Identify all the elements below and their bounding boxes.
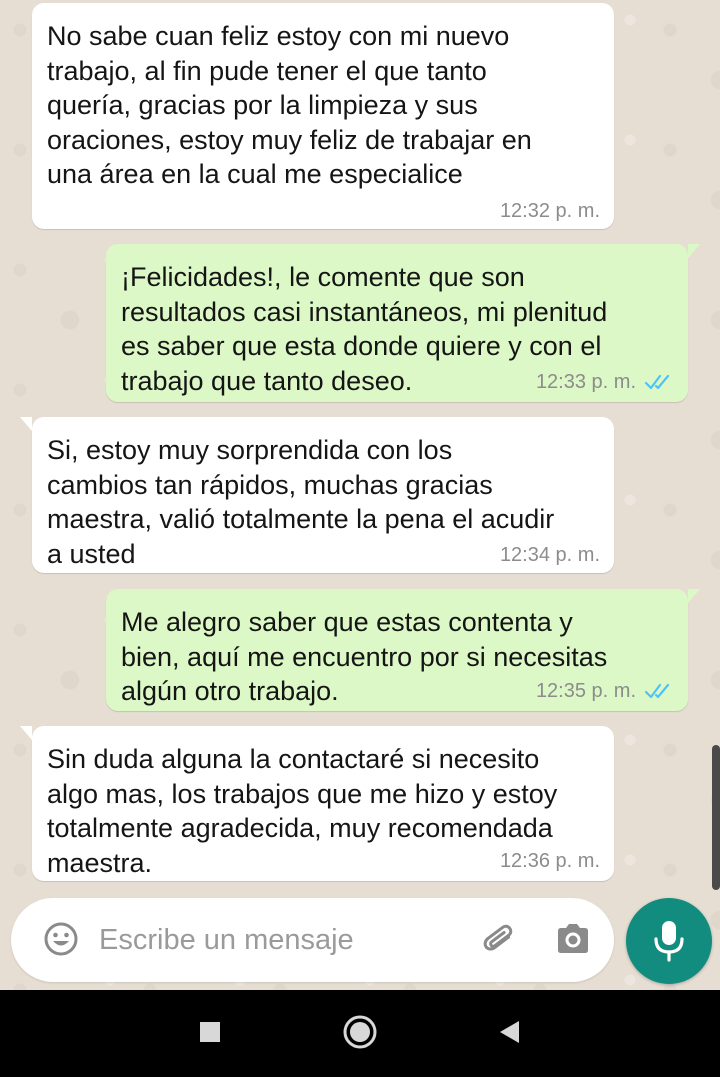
message-time: 12:32 p. m. (499, 200, 600, 222)
message-text: Si, estoy muy sorprendida con los cambio… (47, 435, 555, 569)
back-triangle-icon[interactable] (488, 1010, 532, 1054)
message-text: No sabe cuan feliz estoy con mi nuevo tr… (47, 21, 532, 189)
message-time: 12:33 p. m. (535, 371, 636, 393)
message-time: 12:35 p. m. (535, 680, 636, 702)
emoji-icon[interactable] (43, 921, 79, 957)
message-meta: 12:34 p. m. (500, 543, 600, 567)
double-check-read-icon (644, 683, 670, 699)
message-bubble-incoming[interactable]: No sabe cuan feliz estoy con mi nuevo tr… (32, 3, 614, 229)
message-bubble-incoming[interactable]: Si, estoy muy sorprendida con los cambio… (32, 417, 614, 573)
bubble-tail (688, 589, 700, 603)
home-circle-icon[interactable] (338, 1010, 382, 1054)
recents-square-icon[interactable] (188, 1010, 232, 1054)
message-bubble-outgoing[interactable]: ¡Felicidades!, le comente que son result… (106, 244, 688, 402)
message-input[interactable] (99, 916, 469, 964)
message-composer (11, 898, 614, 982)
microphone-icon (654, 921, 684, 962)
message-text: Sin duda alguna la contactaré si necesit… (47, 744, 558, 878)
message-bubble-incoming[interactable]: Sin duda alguna la contactaré si necesit… (32, 726, 614, 881)
message-meta: 12:33 p. m. (536, 370, 674, 394)
message-text: ¡Felicidades!, le comente que son result… (121, 262, 608, 396)
message-time: 12:34 p. m. (499, 544, 600, 566)
scrollbar-thumb[interactable] (712, 745, 720, 890)
message-bubble-outgoing[interactable]: Me alegro saber que estas contenta y bie… (106, 589, 688, 711)
paperclip-icon[interactable] (481, 921, 519, 959)
double-check-read-icon (644, 374, 670, 390)
message-time: 12:36 p. m. (499, 850, 600, 872)
message-meta: 12:36 p. m. (500, 849, 600, 873)
bubble-tail (20, 417, 32, 431)
bubble-tail (20, 726, 32, 740)
message-meta: 12:32 p. m. (500, 199, 600, 223)
system-navigation-bar (0, 990, 720, 1077)
bubble-tail (688, 244, 700, 258)
microphone-button[interactable] (626, 898, 712, 984)
message-meta: 12:35 p. m. (536, 679, 674, 703)
message-text: Me alegro saber que estas contenta y bie… (121, 607, 608, 706)
camera-icon[interactable] (554, 921, 592, 957)
